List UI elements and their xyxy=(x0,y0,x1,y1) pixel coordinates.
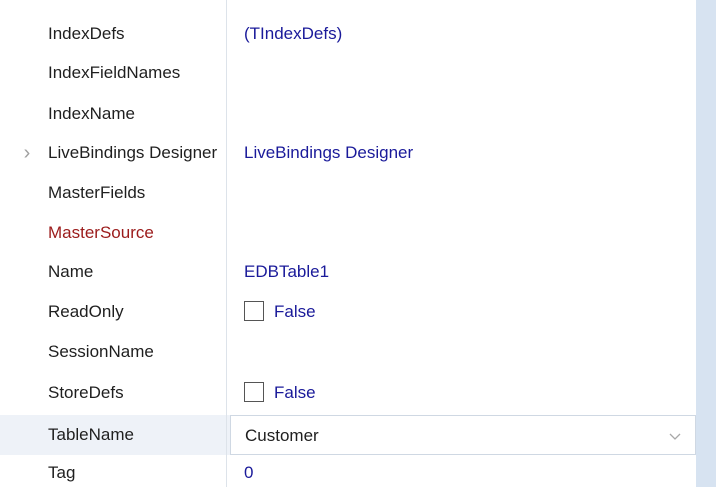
column-divider[interactable] xyxy=(226,0,227,487)
property-name: ReadOnly xyxy=(48,302,124,321)
property-value[interactable] xyxy=(230,173,696,213)
chevron-down-icon[interactable] xyxy=(669,430,681,442)
property-name: Tag xyxy=(48,463,76,482)
property-name: TableName xyxy=(48,425,134,444)
property-value[interactable]: LiveBindings Designer xyxy=(230,133,696,173)
property-name: Name xyxy=(48,262,94,281)
checkbox-label: False xyxy=(274,383,316,402)
chevron-right-icon[interactable]: › xyxy=(20,133,34,173)
checkbox-label: False xyxy=(274,302,316,321)
property-name: IndexFieldNames xyxy=(48,63,181,82)
property-value[interactable] xyxy=(230,332,696,372)
property-name: IndexDefs xyxy=(48,24,125,43)
property-row-indexname[interactable]: IndexName xyxy=(0,94,696,134)
tablename-combobox[interactable]: Customer xyxy=(230,415,696,455)
readonly-checkbox[interactable] xyxy=(244,301,264,322)
property-value[interactable] xyxy=(230,213,696,253)
property-name: LiveBindings Designer xyxy=(48,143,218,162)
property-value-cell: False xyxy=(230,373,696,413)
property-row-tablename[interactable]: TableName Customer xyxy=(0,415,696,455)
property-name: MasterSource xyxy=(48,223,154,242)
property-value[interactable] xyxy=(230,94,696,134)
object-inspector: IndexDefs (TIndexDefs) IndexFieldNames I… xyxy=(0,0,716,487)
storedefs-checkbox[interactable] xyxy=(244,382,264,403)
property-value[interactable]: (TIndexDefs) xyxy=(230,14,696,54)
property-row-livebindings-designer[interactable]: › LiveBindings Designer LiveBindings Des… xyxy=(0,133,696,173)
property-value[interactable]: EDBTable1 xyxy=(230,252,696,292)
property-row-name[interactable]: Name EDBTable1 xyxy=(0,252,696,292)
property-row-mastersource[interactable]: MasterSource xyxy=(0,213,696,253)
property-row-masterfields[interactable]: MasterFields xyxy=(0,173,696,213)
property-value[interactable]: 0 xyxy=(230,453,696,493)
scrollbar-track[interactable] xyxy=(696,0,716,487)
property-value-cell: False xyxy=(230,292,696,332)
combobox-value: Customer xyxy=(245,426,319,445)
property-row-indexfieldnames[interactable]: IndexFieldNames xyxy=(0,53,696,93)
property-row-storedefs[interactable]: StoreDefs False xyxy=(0,373,696,413)
property-row-indexdefs[interactable]: IndexDefs (TIndexDefs) xyxy=(0,14,696,54)
property-name: MasterFields xyxy=(48,183,146,202)
property-name: IndexName xyxy=(48,104,135,123)
property-row-sessionname[interactable]: SessionName xyxy=(0,332,696,372)
property-row-readonly[interactable]: ReadOnly False xyxy=(0,292,696,332)
property-value[interactable] xyxy=(230,53,696,93)
property-name: SessionName xyxy=(48,342,154,361)
property-name: StoreDefs xyxy=(48,383,124,402)
property-row-tag[interactable]: Tag 0 xyxy=(0,453,696,493)
